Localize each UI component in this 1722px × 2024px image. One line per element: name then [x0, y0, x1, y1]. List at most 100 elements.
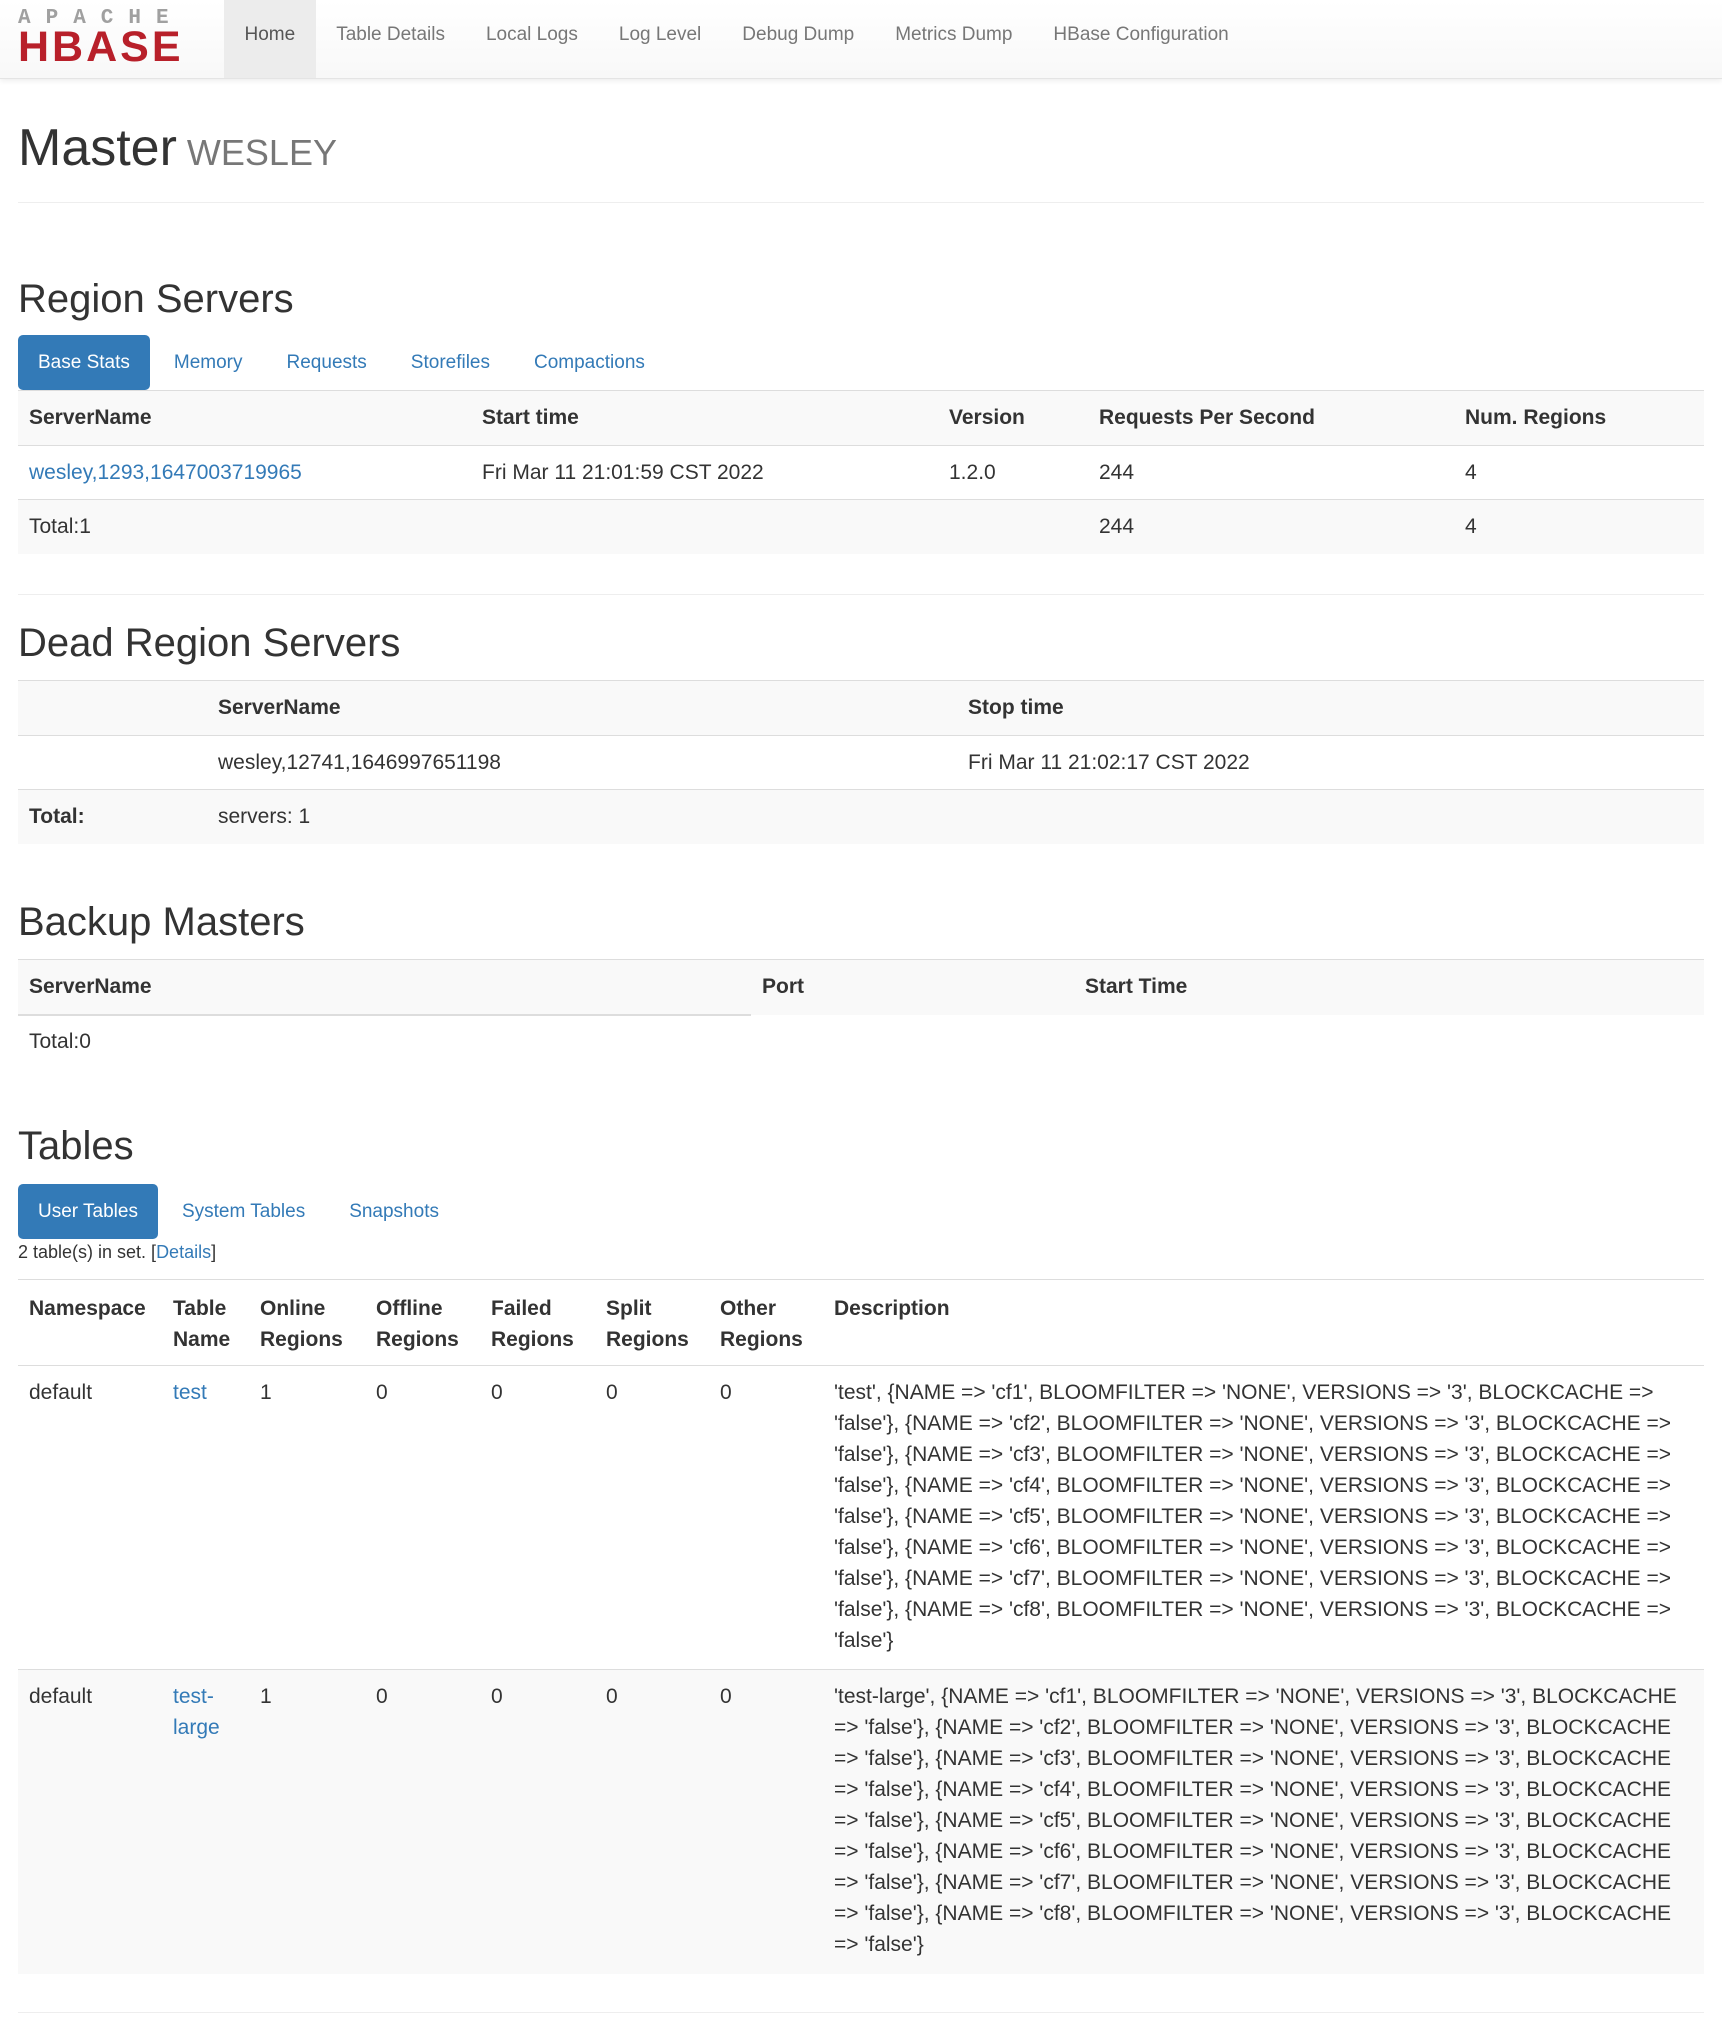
tab-storefiles[interactable]: Storefiles [391, 335, 510, 390]
col-failed-regions: Failed Regions [480, 1279, 595, 1366]
col-offline-line2: Regions [376, 1328, 459, 1351]
tab-compactions[interactable]: Compactions [514, 335, 665, 390]
table-row: default test-large 1 0 0 0 0 'test-large… [18, 1669, 1704, 1974]
offline-cell: 0 [365, 1669, 480, 1974]
description-cell: 'test', {NAME => 'cf1', BLOOMFILTER => '… [823, 1365, 1704, 1670]
page-title-host: WESLEY [186, 132, 337, 173]
total-row: Total:0 [18, 1015, 1704, 1069]
table-row: wesley,1293,1647003719965 Fri Mar 11 21:… [18, 445, 1704, 500]
col-failed-line2: Regions [491, 1328, 574, 1351]
split-cell: 0 [595, 1365, 709, 1670]
nav-hbase-configuration[interactable]: HBase Configuration [1033, 0, 1249, 78]
dead-region-servers-heading: Dead Region Servers [18, 621, 401, 665]
empty-header [18, 680, 207, 736]
backup-masters-table: ServerName Port Start Time Total:0 [18, 959, 1704, 1069]
col-description: Description [823, 1279, 1704, 1366]
other-cell: 0 [709, 1365, 823, 1670]
server-name-link[interactable]: wesley,1293,1647003719965 [29, 461, 302, 484]
tables-set-info: 2 table(s) in set. [Details] [18, 1242, 216, 1263]
server-name-cell: wesley,1293,1647003719965 [18, 445, 471, 500]
col-split-line2: Regions [606, 1328, 689, 1351]
nav-metrics-dump[interactable]: Metrics Dump [875, 0, 1033, 78]
table-header-row: ServerName Stop time [18, 680, 1704, 736]
col-other-line2: Regions [720, 1328, 803, 1351]
empty-cell [751, 1015, 1074, 1069]
total-label: Total:0 [29, 1030, 91, 1053]
empty-cell [471, 499, 938, 554]
empty-cell [938, 499, 1088, 554]
total-row: Total: servers: 1 [18, 789, 1704, 844]
tab-base-stats[interactable]: Base Stats [18, 335, 150, 390]
failed-cell: 0 [480, 1365, 595, 1670]
tab-requests[interactable]: Requests [267, 335, 387, 390]
user-tables-table: Namespace Table Name Online Regions Offlin… [18, 1279, 1704, 1974]
col-stop-time: Stop time [957, 680, 1704, 736]
table-name-link[interactable]: test [173, 1381, 207, 1404]
nav-table-details[interactable]: Table Details [316, 0, 466, 78]
region-servers-table: ServerName Start time Version Requests P… [18, 390, 1704, 554]
logo-hbase-text: HBASE [18, 23, 184, 71]
col-port: Port [751, 959, 1074, 1015]
total-regions: 4 [1454, 499, 1704, 554]
col-online-regions: Online Regions [249, 1279, 365, 1366]
table-name-cell: test-large [162, 1669, 249, 1974]
split-cell: 0 [595, 1669, 709, 1974]
divider [18, 2012, 1704, 2013]
col-split-regions: Split Regions [595, 1279, 709, 1366]
col-servername: ServerName [207, 680, 957, 736]
backup-masters-heading: Backup Masters [18, 900, 305, 944]
namespace-cell: default [18, 1669, 162, 1974]
col-online-line1: Online [260, 1297, 326, 1320]
divider [18, 202, 1704, 203]
tab-system-tables[interactable]: System Tables [162, 1184, 325, 1239]
col-servername: ServerName [18, 959, 751, 1016]
col-table-name-line1: Table [173, 1297, 227, 1320]
namespace-cell: default [18, 1365, 162, 1670]
col-split-line1: Split [606, 1297, 652, 1320]
col-offline-regions: Offline Regions [365, 1279, 480, 1366]
table-header-row: ServerName Start time Version Requests P… [18, 390, 1704, 446]
online-cell: 1 [249, 1669, 365, 1974]
col-table-name: Table Name [162, 1279, 249, 1366]
tables-heading: Tables [18, 1124, 134, 1168]
tab-memory[interactable]: Memory [154, 335, 263, 390]
tables-tabs: User Tables System Tables Snapshots [18, 1184, 463, 1239]
col-offline-line1: Offline [376, 1297, 443, 1320]
description-cell: 'test-large', {NAME => 'cf1', BLOOMFILTE… [823, 1669, 1704, 1974]
offline-cell: 0 [365, 1365, 480, 1670]
total-label: Total: [18, 789, 207, 844]
col-namespace: Namespace [18, 1279, 162, 1366]
hbase-logo[interactable]: APACHE HBASE [18, 8, 206, 71]
dead-server-name: wesley,12741,1646997651198 [207, 735, 957, 790]
empty-cell [18, 735, 207, 790]
nav-debug-dump[interactable]: Debug Dump [722, 0, 875, 78]
version-cell: 1.2.0 [938, 445, 1088, 500]
page-title-text: Master [18, 119, 177, 177]
tab-snapshots[interactable]: Snapshots [329, 1184, 459, 1239]
table-row: wesley,12741,1646997651198 Fri Mar 11 21… [18, 735, 1704, 790]
total-row: Total:1 244 4 [18, 499, 1704, 554]
nav-home[interactable]: Home [224, 0, 316, 78]
col-other-regions: Other Regions [709, 1279, 823, 1366]
table-row: default test 1 0 0 0 0 'test', {NAME => … [18, 1365, 1704, 1670]
nav-log-level[interactable]: Log Level [598, 0, 721, 78]
failed-cell: 0 [480, 1669, 595, 1974]
total-label: Total:1 [18, 499, 471, 554]
tab-user-tables[interactable]: User Tables [18, 1184, 158, 1239]
col-start-time: Start Time [1074, 959, 1704, 1015]
col-requests-per-second: Requests Per Second [1088, 390, 1454, 446]
total-rps: 244 [1088, 499, 1454, 554]
table-name-link[interactable]: test-large [173, 1685, 220, 1739]
table-header-row: ServerName Port Start Time [18, 959, 1704, 1016]
table-name-cell: test [162, 1365, 249, 1670]
set-info-suffix: ] [211, 1242, 217, 1262]
col-start-time: Start time [471, 390, 938, 446]
set-info-prefix: 2 table(s) in set. [ [18, 1242, 157, 1262]
nav-local-logs[interactable]: Local Logs [465, 0, 598, 78]
empty-cell [1074, 1015, 1704, 1069]
divider [18, 594, 1704, 595]
col-num-regions: Num. Regions [1454, 390, 1704, 446]
details-link[interactable]: Details [156, 1242, 211, 1262]
table-header-row: Namespace Table Name Online Regions Offlin… [18, 1279, 1704, 1366]
col-failed-line1: Failed [491, 1297, 552, 1320]
